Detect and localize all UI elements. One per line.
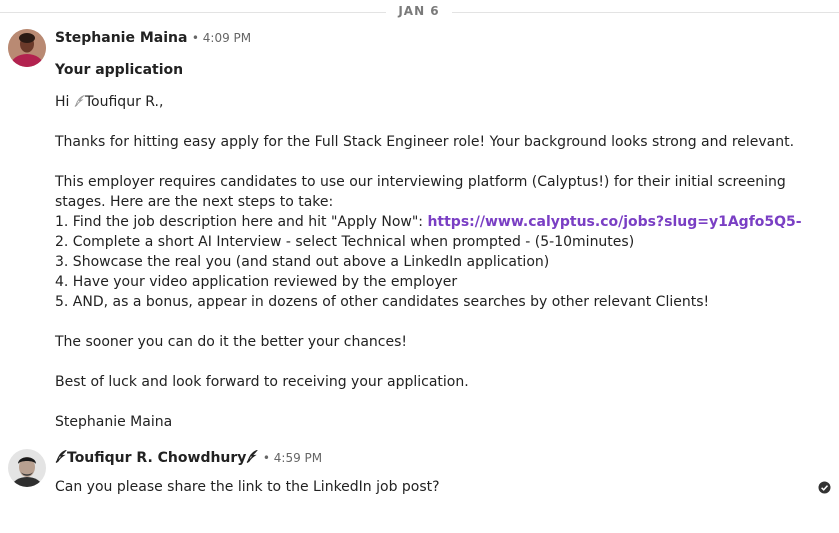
divider-line-right xyxy=(452,12,839,13)
timestamp-sep: • xyxy=(191,31,199,45)
sender-row-stephanie: Stephanie Maina • 4:09 PM xyxy=(55,30,251,46)
step-4: 4. Have your video application reviewed … xyxy=(55,274,458,290)
timestamp-sep: • xyxy=(262,451,270,465)
quill-icon xyxy=(247,449,259,463)
timestamp[interactable]: 4:59 PM xyxy=(274,451,322,465)
divider-line-left xyxy=(0,12,386,13)
delivered-check-icon xyxy=(818,481,831,494)
body-paragraph-2a: This employer requires candidates to use… xyxy=(55,174,786,190)
quill-icon xyxy=(55,449,68,463)
signature: Stephanie Maina xyxy=(55,414,173,430)
step-1: 1. Find the job description here and hit… xyxy=(55,212,802,232)
quill-icon xyxy=(74,94,85,107)
step-3: 3. Showcase the real you (and stand out … xyxy=(55,254,550,270)
body-paragraph-4: Best of luck and look forward to receivi… xyxy=(55,374,469,390)
body-paragraph-2b: stages. Here are the next steps to take: xyxy=(55,194,334,210)
body-paragraph-3: The sooner you can do it the better your… xyxy=(55,334,408,350)
avatar-toufiqur[interactable] xyxy=(8,449,46,487)
message-text: Can you please share the link to the Lin… xyxy=(55,479,440,495)
step-2: 2. Complete a short AI Interview - selec… xyxy=(55,234,635,250)
date-divider: JAN 6 xyxy=(0,0,839,24)
avatar-stephanie[interactable] xyxy=(8,29,46,67)
greeting-name: Toufiqur R., xyxy=(84,94,164,110)
body-paragraph-1: Thanks for hitting easy apply for the Fu… xyxy=(55,134,795,150)
date-divider-label: JAN 6 xyxy=(398,4,440,18)
sender-name[interactable]: Toufiqur R. Chowdhury xyxy=(67,450,246,466)
avatar-stephanie-image xyxy=(8,29,46,67)
greeting-prefix: Hi xyxy=(55,94,74,110)
message-subject: Your application xyxy=(55,62,184,78)
sender-row-toufiqur: Toufiqur R. Chowdhury • 4:59 PM xyxy=(55,449,322,466)
avatar-toufiqur-image xyxy=(8,449,46,487)
job-link[interactable]: https://www.calyptus.co/jobs?slug=y1Agfo… xyxy=(427,214,801,230)
sender-name[interactable]: Stephanie Maina xyxy=(55,30,187,46)
greeting-line: Hi Toufiqur R., xyxy=(55,92,163,112)
step-5: 5. AND, as a bonus, appear in dozens of … xyxy=(55,294,710,310)
step-1-text: 1. Find the job description here and hit… xyxy=(55,214,428,230)
timestamp[interactable]: 4:09 PM xyxy=(203,31,251,45)
